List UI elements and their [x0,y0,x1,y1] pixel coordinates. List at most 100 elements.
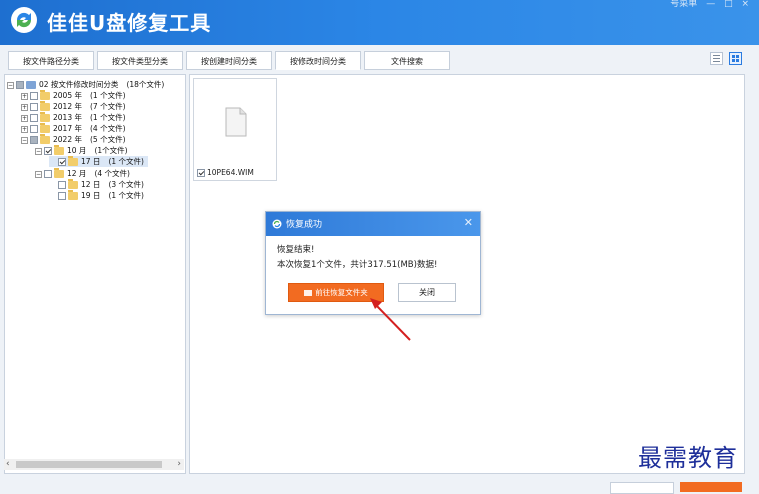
tree-item-count: (1 个文件) [89,113,126,122]
file-name: 10PE64.WIM [207,168,254,177]
dialog-message-line1: 恢复结束! [277,245,315,255]
tree-checkbox[interactable] [58,181,66,189]
folder-icon [68,190,78,200]
tree-item-oct[interactable]: − 10 月 (1个文件) [35,145,128,156]
tree-item-count: (1 个文件) [108,157,144,166]
tab-by-type[interactable]: 按文件类型分类 [97,51,183,70]
tab-bar: 按文件路径分类 按文件类型分类 按创建时间分类 按修改时间分类 文件搜索 [0,45,759,75]
folder-icon [304,290,313,296]
tree-checkbox[interactable] [44,170,52,178]
tree-item-count: (4 个文件) [89,124,126,133]
file-checkbox[interactable] [197,169,205,177]
tree-checkbox[interactable] [30,92,38,100]
folder-icon [40,101,50,111]
tree-item-count: (3 个文件) [108,180,144,189]
folder-icon [40,134,50,144]
tree-checkbox[interactable] [30,114,38,122]
dialog-header: 恢复成功 ✕ [266,212,480,236]
tree-item-label: 12 日 [81,180,101,189]
folder-icon [54,145,64,155]
tree-checkbox[interactable] [30,103,38,111]
tree-item-12[interactable]: 12 日 (3 个文件) [49,179,144,190]
tree-item-label: 2017 年 [53,124,82,133]
collapse-icon[interactable]: − [7,81,14,89]
tab-by-path[interactable]: 按文件路径分类 [8,51,94,70]
tree-item-2017[interactable]: +2017 年 (4 个文件) [21,123,126,134]
tree-item-count: (5 个文件) [89,135,126,144]
expand-icon[interactable]: + [21,103,28,111]
bottom-button-secondary[interactable] [610,482,674,494]
folder-icon [40,90,50,100]
tree-checkbox[interactable] [30,136,38,144]
tree-item-2012[interactable]: +2012 年 (7 个文件) [21,101,126,112]
tree-item-count: (4 个文件) [94,169,130,178]
folder-icon [40,123,50,133]
tree-item-2005[interactable]: +2005 年 (1 个文件) [21,90,126,101]
tree-item-17[interactable]: 17 日 (1 个文件) [49,156,148,167]
annotation-arrow-icon [370,298,411,341]
tree-item-2022[interactable]: − 2022 年 (5 个文件) [21,134,126,145]
watermark: 最需教育 [638,444,738,472]
collapse-icon[interactable]: − [35,147,42,155]
tree-item-count: (1 个文件) [108,191,144,200]
tree-checkbox[interactable] [58,192,66,200]
grid-view-icon[interactable] [729,52,742,65]
tab-by-modified[interactable]: 按修改时间分类 [275,51,361,70]
tab-file-search[interactable]: 文件搜索 [364,51,450,70]
expand-icon[interactable]: + [21,125,28,133]
list-view-icon[interactable] [710,52,724,65]
drive-icon [26,81,36,89]
tree-item-label: 2013 年 [53,113,82,122]
folder-icon [68,179,78,189]
minimize-button[interactable]: — [706,0,715,9]
scroll-left-icon[interactable]: ‹ [6,459,10,470]
app-title: 佳佳U盘修复工具 [47,11,212,35]
tree-item-count: (7 个文件) [89,102,126,111]
file-icon [225,107,247,137]
tree-item-19[interactable]: 19 日 (1 个文件) [49,190,144,201]
collapse-icon[interactable]: − [21,136,28,144]
folder-icon [68,156,78,166]
category-tree: − 02 按文件修改时间分类 (18个文件) +2005 年 (1 个文件) +201… [4,74,186,474]
app-logo-icon [11,7,37,33]
tree-checkbox[interactable] [16,81,24,89]
scroll-thumb[interactable] [16,461,162,468]
refresh-icon [272,219,282,229]
tree-checkbox[interactable] [58,158,66,166]
window-controls: 号菜单 — □ × [664,0,749,9]
tree-item-label: 10 月 [67,146,87,155]
folder-icon [40,112,50,122]
menu-button[interactable]: 号菜单 [670,0,697,9]
tree-checkbox[interactable] [44,147,52,155]
dialog-title: 恢复成功 [286,220,323,230]
tree-item-dec[interactable]: − 12 月 (4 个文件) [35,168,130,179]
bottom-button-primary[interactable] [680,482,742,492]
title-bar: 佳佳U盘修复工具 号菜单 — □ × [0,0,759,45]
tree-item-root[interactable]: − 02 按文件修改时间分类 (18个文件) [7,79,164,90]
maximize-button[interactable]: □ [724,0,733,9]
collapse-icon[interactable]: − [35,170,42,178]
tree-item-2013[interactable]: +2013 年 (1 个文件) [21,112,126,123]
tree-item-label: 2012 年 [53,102,82,111]
tree-item-label: 19 日 [81,191,101,200]
expand-icon[interactable]: + [21,114,28,122]
tab-by-created[interactable]: 按创建时间分类 [186,51,272,70]
dialog-message-line2: 本次恢复1个文件，共计317.51(MB)数据! [277,260,438,270]
tree-horizontal-scrollbar[interactable]: ‹ › [4,459,184,470]
file-card[interactable]: 10PE64.WIM [193,78,277,181]
dialog-close-icon[interactable]: ✕ [464,216,473,229]
view-toggle [707,52,742,65]
expand-icon[interactable]: + [21,92,28,100]
tree-item-label: 02 按文件修改时间分类 [39,80,119,89]
tree-item-label: 2022 年 [53,135,82,144]
tree-item-count: (1 个文件) [89,91,126,100]
tree-checkbox[interactable] [30,125,38,133]
close-window-button[interactable]: × [741,0,749,9]
bottom-strip [0,474,759,494]
tree-item-label: 2005 年 [53,91,82,100]
scroll-right-icon[interactable]: › [177,459,181,470]
tree-item-label: 12 月 [67,169,87,178]
tree-item-count: (1个文件) [94,146,128,155]
folder-icon [54,168,64,178]
tree-item-count: (18个文件) [126,80,165,89]
